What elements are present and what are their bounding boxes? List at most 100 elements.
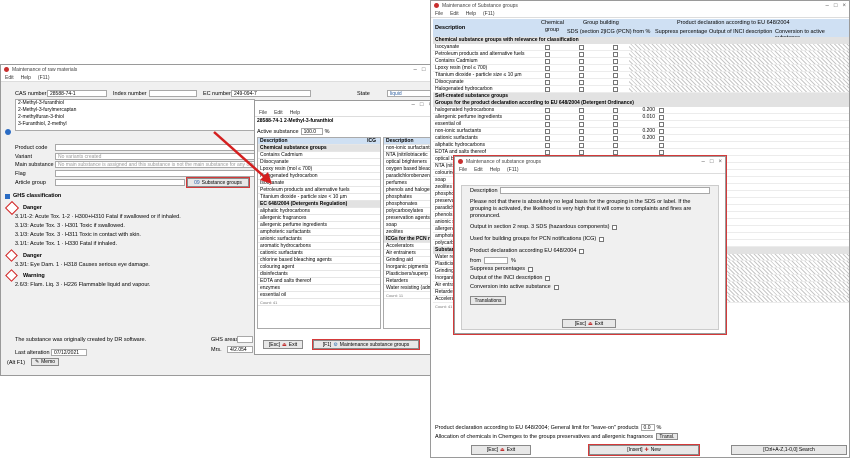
translations-button[interactable]: Translations	[470, 296, 506, 305]
list-item[interactable]: NTA (nitrilotriacetic	[384, 152, 435, 159]
row-checkbox[interactable]	[659, 136, 664, 141]
list-item[interactable]: optical brighteners	[384, 159, 435, 166]
row-checkbox[interactable]	[579, 73, 584, 78]
menu-f11[interactable]: (F11)	[483, 11, 495, 17]
ec-input[interactable]: 249-094-7	[231, 90, 311, 97]
row-checkbox[interactable]	[545, 122, 550, 127]
mrs-input[interactable]: 4/2.054	[227, 346, 253, 353]
table-row[interactable]: EDTA and salts thereof	[433, 149, 849, 156]
names-list[interactable]: 2-Methyl-3-furanthiol 2-Methyl-3-furylme…	[15, 99, 255, 131]
list-item[interactable]: chlorine based bleaching agents	[258, 257, 380, 264]
list-item[interactable]: enzymes	[258, 285, 380, 292]
list-item[interactable]: allergenic fragrances	[258, 215, 380, 222]
sg-exit-button[interactable]: [Esc] ⏏ Exit	[263, 340, 303, 349]
row-checkbox[interactable]	[579, 80, 584, 85]
list-item[interactable]: Titanium dioxide - particle size < 10 µm	[258, 194, 380, 201]
list-item[interactable]: cationic surfactants	[258, 250, 380, 257]
list-item[interactable]: non-ionic surfactants	[384, 145, 435, 152]
transl-button[interactable]: Transl.	[655, 433, 678, 440]
option-sds-checkbox[interactable]	[612, 224, 618, 230]
msg-exit-button[interactable]: [Esc] ⏏ Exit	[471, 445, 531, 455]
row-checkbox[interactable]	[545, 143, 550, 148]
option-suppress-checkbox[interactable]	[528, 266, 534, 272]
close-icon[interactable]: ×	[842, 3, 846, 9]
menu-edit[interactable]: Edit	[5, 75, 14, 81]
row-checkbox[interactable]	[659, 115, 664, 120]
list-item[interactable]: 2-methylfuran-3-thiol	[16, 114, 254, 121]
dialog-exit-button[interactable]: [Esc] ⏏ Exit	[562, 319, 616, 328]
list-item[interactable]: anionic surfactants	[258, 236, 380, 243]
last-alteration-input[interactable]: 07/12/2021	[51, 349, 87, 356]
list-item[interactable]: 2-Methyl-3-furanthiol	[16, 100, 254, 107]
list-item[interactable]: polycarboxylates	[384, 208, 435, 215]
row-checkbox[interactable]	[579, 129, 584, 134]
table-row[interactable]: aliphatic hydrocarbons	[433, 142, 849, 149]
row-checkbox[interactable]	[579, 59, 584, 64]
table-row[interactable]: allergenic perfume ingredients 0.010	[433, 114, 849, 121]
table-row[interactable]: Contains Cadmium	[433, 58, 849, 65]
row-checkbox[interactable]	[613, 122, 618, 127]
table-row[interactable]: Halogenated hydrocarbon	[433, 86, 849, 93]
search-button[interactable]: [Ctrl+A-Z,1-0,0] Search	[731, 445, 847, 455]
cas-input[interactable]: 28588-74-1	[47, 90, 107, 97]
row-checkbox[interactable]	[613, 45, 618, 50]
list-item[interactable]: 3-Furanthiol, 2-methyl	[16, 121, 254, 128]
row-checkbox[interactable]	[613, 143, 618, 148]
row-checkbox[interactable]	[579, 45, 584, 50]
table-row[interactable]: non-ionic surfactants 0.200	[433, 128, 849, 135]
menu-file[interactable]: File	[459, 167, 467, 173]
decl-input[interactable]: 0.0	[640, 424, 655, 431]
list-item[interactable]: 2-Methyl-3-furylmercaptan	[16, 107, 254, 114]
row-checkbox[interactable]	[579, 136, 584, 141]
option-conversion-checkbox[interactable]	[553, 284, 559, 290]
row-checkbox[interactable]	[545, 129, 550, 134]
row-checkbox[interactable]	[613, 115, 618, 120]
row-checkbox[interactable]	[579, 115, 584, 120]
row-checkbox[interactable]	[545, 66, 550, 71]
active-input[interactable]: 100.0	[300, 128, 323, 135]
list-item[interactable]: Grinding aid	[384, 257, 435, 264]
table-row[interactable]: Lpoxy resin (mol ≤ 700)	[433, 65, 849, 72]
row-checkbox[interactable]	[579, 87, 584, 92]
minimize-icon[interactable]: –	[414, 67, 417, 73]
row-checkbox[interactable]	[579, 52, 584, 57]
list-item[interactable]: allergenic perfume ingredients	[258, 222, 380, 229]
list-item[interactable]: Accelerators	[384, 243, 435, 250]
list-item[interactable]: Air entrainers	[384, 250, 435, 257]
table-row[interactable]: halogenated hydrocarbons 0.200	[433, 107, 849, 114]
list-item[interactable]: colouring agent	[258, 264, 380, 271]
option-inci-checkbox[interactable]	[545, 275, 551, 281]
list-item[interactable]: phenols and halogen	[384, 187, 435, 194]
new-button[interactable]: [Insert] ✚ New	[588, 444, 700, 456]
option-icg-checkbox[interactable]	[599, 236, 605, 242]
right-groups-list[interactable]: Description non-ionic surfactants NTA (n…	[383, 137, 435, 329]
list-item[interactable]: zeolites	[384, 229, 435, 236]
row-checkbox[interactable]	[659, 129, 664, 134]
list-item[interactable]: disinfectants	[258, 271, 380, 278]
row-checkbox[interactable]	[613, 59, 618, 64]
row-checkbox[interactable]	[659, 122, 664, 127]
row-checkbox[interactable]	[613, 80, 618, 85]
row-checkbox[interactable]	[613, 87, 618, 92]
table-row[interactable]: Titanium dioxide - particle size ≤ 10 µm	[433, 72, 849, 79]
option-decl-checkbox[interactable]	[579, 248, 585, 254]
table-row[interactable]: essential oil	[433, 121, 849, 128]
memo-button[interactable]: ✎ Memo	[31, 358, 59, 366]
list-item[interactable]: paradichlorobenzene	[384, 173, 435, 180]
menu-help[interactable]: Help	[21, 75, 31, 81]
list-item[interactable]: EDTA and salts thereof	[258, 278, 380, 285]
list-item[interactable]: aromatic hydrocarbons	[258, 243, 380, 250]
row-checkbox[interactable]	[613, 52, 618, 57]
row-checkbox[interactable]	[613, 129, 618, 134]
menu-help[interactable]: Help	[290, 110, 300, 116]
row-checkbox[interactable]	[579, 122, 584, 127]
menu-f11[interactable]: (F11)	[38, 75, 50, 81]
list-item[interactable]: aliphatic hydrocarbons	[258, 208, 380, 215]
menu-help[interactable]: Help	[490, 167, 500, 173]
list-item[interactable]: perfumes	[384, 180, 435, 187]
maintenance-substance-groups-button[interactable]: [F1] ⚙ Maintenance substance groups	[312, 339, 420, 350]
list-item[interactable]: Petroleum products and alternative fuels	[258, 187, 380, 194]
menu-file[interactable]: File	[435, 11, 443, 17]
row-checkbox[interactable]	[613, 73, 618, 78]
table-row[interactable]: Isocyanate	[433, 44, 849, 51]
